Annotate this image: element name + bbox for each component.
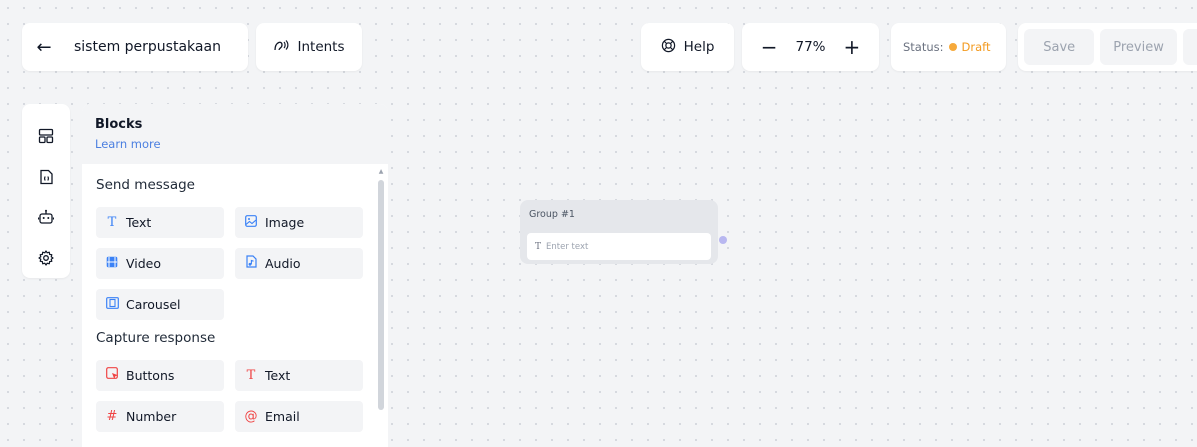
bot-icon[interactable] bbox=[22, 197, 70, 238]
block-email[interactable]: @ Email bbox=[235, 401, 363, 432]
project-name[interactable]: sistem perpustakaan bbox=[74, 39, 221, 55]
block-audio[interactable]: Audio bbox=[235, 248, 363, 279]
block-label: Text bbox=[126, 215, 152, 230]
text-icon: T bbox=[107, 215, 117, 230]
intents-icon bbox=[273, 38, 289, 56]
block-number[interactable]: # Number bbox=[96, 401, 224, 432]
zoom-control: − 77% + bbox=[742, 23, 879, 71]
document-variable-icon[interactable] bbox=[22, 157, 70, 198]
blocks-header: Blocks Learn more bbox=[82, 104, 388, 164]
hash-icon: # bbox=[106, 409, 118, 424]
block-carousel[interactable]: Carousel bbox=[96, 289, 224, 320]
block-label: Email bbox=[265, 409, 300, 424]
block-label: Buttons bbox=[126, 368, 175, 383]
section-capture-response: Capture response bbox=[96, 330, 216, 346]
block-label: Video bbox=[126, 256, 162, 271]
lifebuoy-icon bbox=[661, 38, 676, 57]
send-message-grid: T Text Image Video Audio Carousel bbox=[96, 207, 374, 320]
status-indicator: Status: Draft bbox=[891, 23, 1006, 71]
blocks-title: Blocks bbox=[95, 117, 143, 132]
carousel-icon bbox=[105, 296, 119, 313]
block-label: Carousel bbox=[126, 297, 181, 312]
image-icon bbox=[244, 214, 258, 231]
help-label: Help bbox=[683, 39, 715, 55]
blocks-panel: Blocks Learn more Send message T Text Im… bbox=[82, 104, 388, 447]
group-text-block[interactable]: T Enter text bbox=[527, 233, 711, 260]
preview-button[interactable]: Preview bbox=[1100, 29, 1177, 65]
zoom-out-button[interactable]: − bbox=[757, 37, 781, 57]
status-value: Draft bbox=[961, 40, 991, 54]
more-button[interactable] bbox=[1182, 29, 1197, 65]
gear-icon[interactable] bbox=[22, 238, 70, 279]
group-title[interactable]: Group #1 bbox=[527, 208, 711, 226]
help-button[interactable]: Help bbox=[641, 23, 734, 71]
zoom-level: 77% bbox=[795, 39, 826, 55]
block-image[interactable]: Image bbox=[235, 207, 363, 238]
audio-icon bbox=[244, 255, 258, 272]
blocks-scrollbar[interactable] bbox=[378, 180, 384, 410]
capture-response-grid: Buttons T Text # Number @ Email bbox=[96, 360, 374, 432]
intents-label: Intents bbox=[297, 39, 345, 55]
scroll-up-icon[interactable]: ▲ bbox=[378, 168, 384, 175]
block-text-input[interactable]: T Text bbox=[235, 360, 363, 391]
block-label: Audio bbox=[265, 256, 301, 271]
buttons-icon bbox=[105, 367, 119, 384]
zoom-in-button[interactable]: + bbox=[840, 37, 864, 57]
project-header: ← sistem perpustakaan bbox=[22, 23, 248, 71]
save-button[interactable]: Save bbox=[1024, 29, 1095, 65]
status-dot-icon bbox=[948, 43, 957, 51]
section-send-message: Send message bbox=[96, 177, 195, 193]
blocks-list: Send message T Text Image Video Audio Ca… bbox=[82, 177, 388, 432]
block-buttons[interactable]: Buttons bbox=[96, 360, 224, 391]
blocks-icon[interactable] bbox=[22, 116, 70, 157]
block-label: Text bbox=[265, 368, 291, 383]
block-label: Number bbox=[126, 409, 177, 424]
group-connector-handle[interactable] bbox=[719, 236, 727, 244]
text-icon: T bbox=[246, 368, 256, 383]
block-video[interactable]: Video bbox=[96, 248, 224, 279]
status-label: Status: bbox=[903, 40, 944, 54]
block-label: Image bbox=[265, 215, 305, 230]
arrow-left-icon[interactable]: ← bbox=[34, 37, 54, 58]
block-text[interactable]: T Text bbox=[96, 207, 224, 238]
text-block-placeholder: Enter text bbox=[546, 241, 589, 252]
intents-button[interactable]: Intents bbox=[256, 23, 362, 71]
at-icon: @ bbox=[244, 409, 258, 424]
learn-more-link[interactable]: Learn more bbox=[95, 137, 161, 151]
video-icon bbox=[105, 256, 119, 272]
text-icon: T bbox=[535, 241, 542, 252]
side-rail bbox=[22, 104, 70, 278]
group-node[interactable]: Group #1 T Enter text bbox=[520, 200, 718, 264]
action-buttons: Save Preview bbox=[1018, 23, 1197, 71]
